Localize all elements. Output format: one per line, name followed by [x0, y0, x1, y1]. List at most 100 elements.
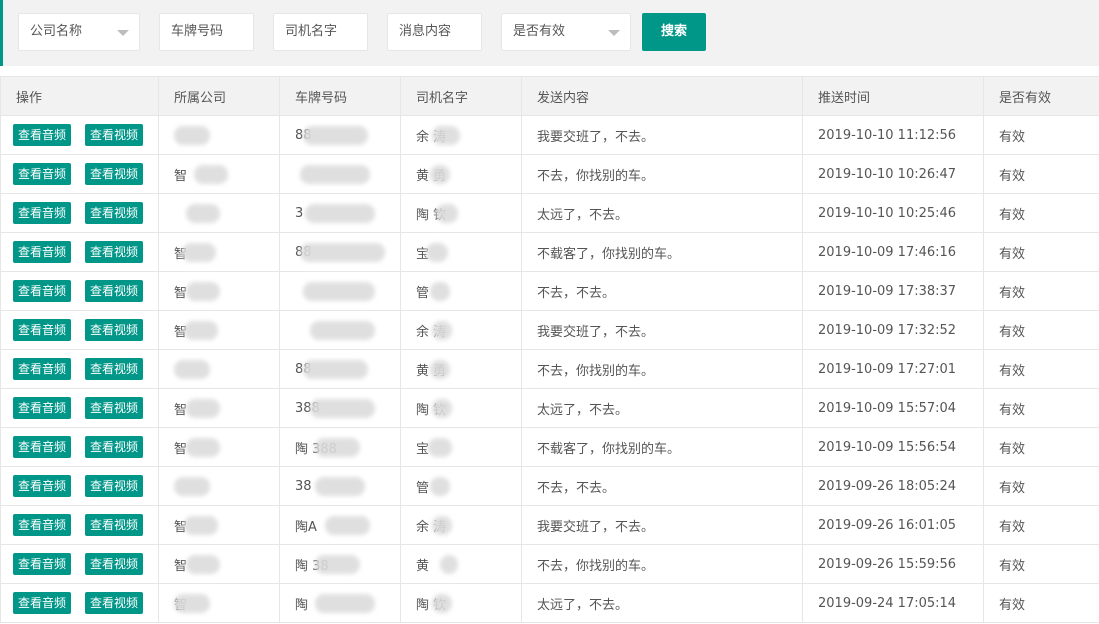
view-audio-button[interactable]: 查看音频	[13, 280, 72, 302]
plate-cell	[279, 154, 401, 194]
content-cell: 我要交班了，不去。	[521, 310, 803, 350]
view-audio-button[interactable]: 查看音频	[13, 319, 72, 341]
table-row: 查看音频 查看视频智 管不去，不去。 2019-10-09 17:38:37 有效	[0, 271, 1099, 311]
table-row: 查看音频查看视频智388陶 钦太远了，不去。2019-10-09 15:57:0…	[0, 388, 1099, 428]
driver-cell: 陶 钦	[400, 583, 522, 623]
valid-cell: 有效	[983, 388, 1099, 428]
privacy-blur	[432, 321, 452, 340]
privacy-blur	[300, 165, 370, 184]
header-time: 推送时间	[802, 76, 984, 116]
view-audio-button[interactable]: 查看音频	[13, 124, 72, 146]
operation-cell: 查看音频 查看视频	[0, 583, 159, 623]
view-audio-button[interactable]: 查看音频	[13, 358, 72, 380]
view-video-button[interactable]: 查看视频	[85, 514, 144, 536]
driver-input[interactable]: 司机名字	[273, 13, 368, 51]
view-video-button[interactable]: 查看视频	[85, 280, 144, 302]
valid-cell: 有效	[983, 466, 1099, 506]
time-cell: 2019-10-10 10:26:47	[802, 154, 984, 194]
view-video-button[interactable]: 查看视频	[85, 124, 144, 146]
valid-cell: 有效	[983, 544, 1099, 584]
valid-cell: 有效	[983, 232, 1099, 272]
view-video-button[interactable]: 查看视频	[85, 475, 144, 497]
view-video-button[interactable]: 查看视频	[85, 319, 144, 341]
content-cell: 我要交班了，不去。	[521, 115, 803, 155]
privacy-blur	[315, 477, 365, 496]
view-audio-button[interactable]: 查看音频	[13, 202, 72, 224]
company-cell: 智	[158, 544, 280, 584]
view-video-button[interactable]: 查看视频	[85, 202, 144, 224]
table-row: 查看音频查看视频智陶陶 钦太远了，不去。2019-09-24 17:05:14有…	[0, 583, 1099, 623]
operation-cell: 查看音频 查看视频	[0, 466, 159, 506]
content-cell: 不载客了，你找别的车。	[521, 232, 803, 272]
view-video-button[interactable]: 查看视频	[85, 436, 144, 458]
content-cell: 不去，你找别的车。	[521, 349, 803, 389]
search-button[interactable]: 搜索	[642, 13, 706, 51]
view-video-button[interactable]: 查看视频	[85, 241, 144, 263]
company-cell	[158, 193, 280, 233]
content-cell: 不去，你找别的车。	[521, 154, 803, 194]
view-audio-button[interactable]: 查看音频	[13, 592, 72, 614]
view-video-button[interactable]: 查看视频	[85, 358, 144, 380]
driver-cell: 黄 勇	[400, 154, 522, 194]
privacy-blur	[310, 321, 375, 340]
valid-select[interactable]: 是否有效	[501, 13, 631, 51]
table-row: 查看音频 查看视频 3 陶 钦太远了，不去。 2019-10-10 10:25:46 有效	[0, 193, 1099, 233]
operation-cell: 查看音频 查看视频	[0, 427, 159, 467]
data-table: 操作 所属公司 车牌号码 司机名字 发送内容 推送时间 是否有效 查看音频 查看视…	[0, 76, 1099, 623]
time-cell: 2019-10-09 15:57:04	[802, 388, 984, 428]
time-cell: 2019-10-09 15:56:54	[802, 427, 984, 467]
header-driver: 司机名字	[400, 76, 522, 116]
operation-cell: 查看音频 查看视频	[0, 388, 159, 428]
table-row: 查看音频查看视频智 黄 勇不去，你找别的车。2019-10-10 10:26:47…	[0, 154, 1099, 194]
view-audio-button[interactable]: 查看音频	[13, 514, 72, 536]
time-cell: 2019-10-09 17:32:52	[802, 310, 984, 350]
content-cell: 不去，不去。	[521, 271, 803, 311]
privacy-blur	[186, 438, 220, 457]
view-video-button[interactable]: 查看视频	[85, 592, 144, 614]
privacy-blur	[303, 282, 375, 301]
operation-cell: 查看音频 查看视频	[0, 544, 159, 584]
time-cell: 2019-09-26 15:59:56	[802, 544, 984, 584]
driver-cell: 陶 钦	[400, 388, 522, 428]
company-cell: 智	[158, 271, 280, 311]
view-audio-button[interactable]: 查看音频	[13, 163, 72, 185]
driver-cell: 余 涛	[400, 115, 522, 155]
privacy-blur	[426, 243, 448, 262]
privacy-blur	[174, 477, 210, 496]
view-video-button[interactable]: 查看视频	[85, 553, 144, 575]
view-audio-button[interactable]: 查看音频	[13, 553, 72, 575]
message-input[interactable]: 消息内容	[387, 13, 482, 51]
privacy-blur	[182, 243, 216, 262]
privacy-blur	[428, 438, 452, 457]
view-video-button[interactable]: 查看视频	[85, 397, 144, 419]
view-video-button[interactable]: 查看视频	[85, 163, 144, 185]
valid-select-label: 是否有效	[513, 24, 566, 39]
privacy-blur	[186, 282, 220, 301]
company-cell	[158, 349, 280, 389]
valid-cell: 有效	[983, 583, 1099, 623]
header-content: 发送内容	[521, 76, 803, 116]
table-row: 查看音频查看视频智陶 388宝不载客了，你找别的车。2019-10-09 15:…	[0, 427, 1099, 467]
plate-input[interactable]: 车牌号码	[159, 13, 254, 51]
privacy-blur	[440, 555, 458, 574]
driver-cell: 宝	[400, 232, 522, 272]
company-cell	[158, 115, 280, 155]
privacy-blur	[432, 399, 452, 418]
view-audio-button[interactable]: 查看音频	[13, 241, 72, 263]
view-audio-button[interactable]: 查看音频	[13, 397, 72, 419]
plate-cell: 388	[279, 388, 401, 428]
chevron-down-icon	[117, 30, 129, 36]
company-cell: 智	[158, 388, 280, 428]
view-audio-button[interactable]: 查看音频	[13, 436, 72, 458]
privacy-blur	[300, 243, 385, 262]
valid-cell: 有效	[983, 115, 1099, 155]
company-select[interactable]: 公司名称	[18, 13, 140, 51]
plate-cell: 陶A	[279, 505, 401, 545]
content-cell: 不去，你找别的车。	[521, 544, 803, 584]
privacy-blur	[430, 165, 450, 184]
table-row: 查看音频查看视频 88黄 勇不去，你找别的车。2019-10-09 17:27:0…	[0, 349, 1099, 389]
privacy-blur	[174, 594, 210, 613]
plate-cell: 陶 38	[279, 544, 401, 584]
view-audio-button[interactable]: 查看音频	[13, 475, 72, 497]
content-cell: 不去，不去。	[521, 466, 803, 506]
